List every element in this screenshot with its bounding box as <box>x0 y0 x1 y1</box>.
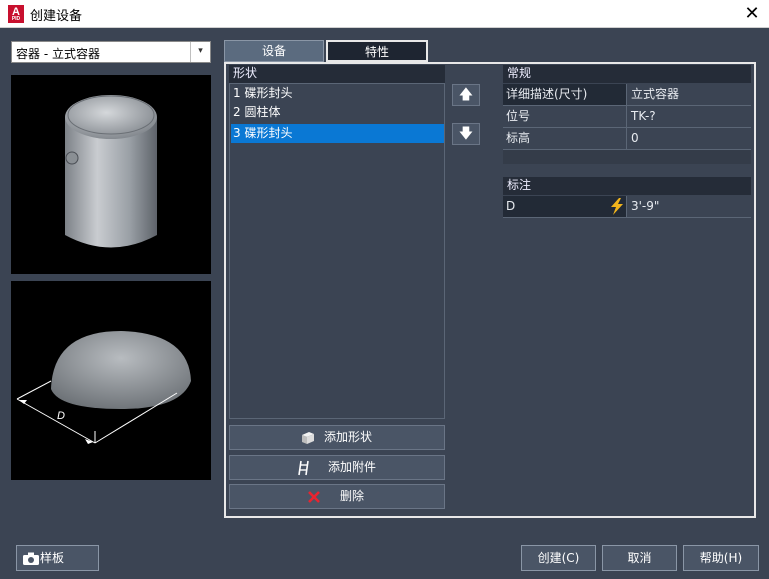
close-icon[interactable]: ✕ <box>741 3 763 25</box>
property-key: 详细描述(尺寸) <box>503 84 627 105</box>
dished-head-image: D <box>16 331 191 444</box>
add-attachment-button[interactable]: 添加附件 <box>229 455 445 480</box>
add-shape-button[interactable]: 添加形状 <box>229 425 445 450</box>
vertical-vessel-image <box>65 95 157 248</box>
help-button[interactable]: 帮助(H) <box>683 545 759 571</box>
template-button[interactable]: 样板 <box>16 545 99 571</box>
arrow-down-icon: 🡇 <box>458 126 474 142</box>
delete-x-icon <box>308 491 320 503</box>
move-down-button[interactable]: 🡇 <box>452 123 480 145</box>
head-preview: D <box>11 281 211 480</box>
autocad-app-icon: A PID <box>8 5 24 23</box>
property-value[interactable]: TK-? <box>628 106 751 127</box>
lightning-icon[interactable] <box>609 198 625 215</box>
delete-button[interactable]: 删除 <box>229 484 445 509</box>
equipment-type-value: 容器 - 立式容器 <box>16 47 100 61</box>
arrow-up-icon: 🡅 <box>458 87 474 103</box>
equipment-type-dropdown[interactable]: 容器 - 立式容器 ▾ <box>11 41 211 63</box>
shape-list[interactable]: 1 碟形封头 2 圆柱体 3 碟形封头 <box>229 83 445 419</box>
ladder-icon <box>298 460 309 476</box>
property-value[interactable]: 3'-9" <box>628 196 751 217</box>
add-shape-label: 添加形状 <box>324 430 373 444</box>
shape-list-item[interactable]: 2 圆柱体 <box>231 103 444 122</box>
camera-icon <box>23 552 39 565</box>
property-row-diameter[interactable]: D 3'-9" <box>503 196 751 218</box>
vessel-preview <box>11 75 211 274</box>
title-bar: A PID 创建设备 ✕ <box>0 0 769 28</box>
property-row-tag[interactable]: 位号 TK-? <box>503 106 751 128</box>
shapes-header: 形状 <box>229 65 445 83</box>
cancel-button[interactable]: 取消 <box>602 545 677 571</box>
tab-properties[interactable]: 特性 <box>326 40 428 62</box>
dimension-label: D <box>57 410 65 422</box>
property-row-description[interactable]: 详细描述(尺寸) 立式容器 <box>503 84 751 106</box>
chevron-down-icon[interactable]: ▾ <box>190 42 210 62</box>
property-value[interactable]: 立式容器 <box>628 84 751 105</box>
window-title: 创建设备 <box>30 9 83 24</box>
tab-equipment[interactable]: 设备 <box>224 40 324 62</box>
template-label: 样板 <box>40 551 65 565</box>
property-key: 位号 <box>503 106 627 127</box>
delete-label: 删除 <box>340 489 365 503</box>
section-spacer <box>503 150 751 164</box>
property-key: 标高 <box>503 128 627 149</box>
cube-icon <box>302 432 314 444</box>
annotation-section-header: 标注 <box>503 177 751 195</box>
app-icon-subtext: PID <box>11 16 21 22</box>
property-row-elevation[interactable]: 标高 0 <box>503 128 751 150</box>
general-section-header: 常规 <box>503 65 751 83</box>
property-value[interactable]: 0 <box>628 128 751 149</box>
add-attachment-label: 添加附件 <box>328 460 377 474</box>
move-up-button[interactable]: 🡅 <box>452 84 480 106</box>
create-button[interactable]: 创建(C) <box>521 545 596 571</box>
shape-list-item-selected[interactable]: 3 碟形封头 <box>231 124 444 143</box>
shape-list-item[interactable]: 1 碟形封头 <box>231 84 444 103</box>
